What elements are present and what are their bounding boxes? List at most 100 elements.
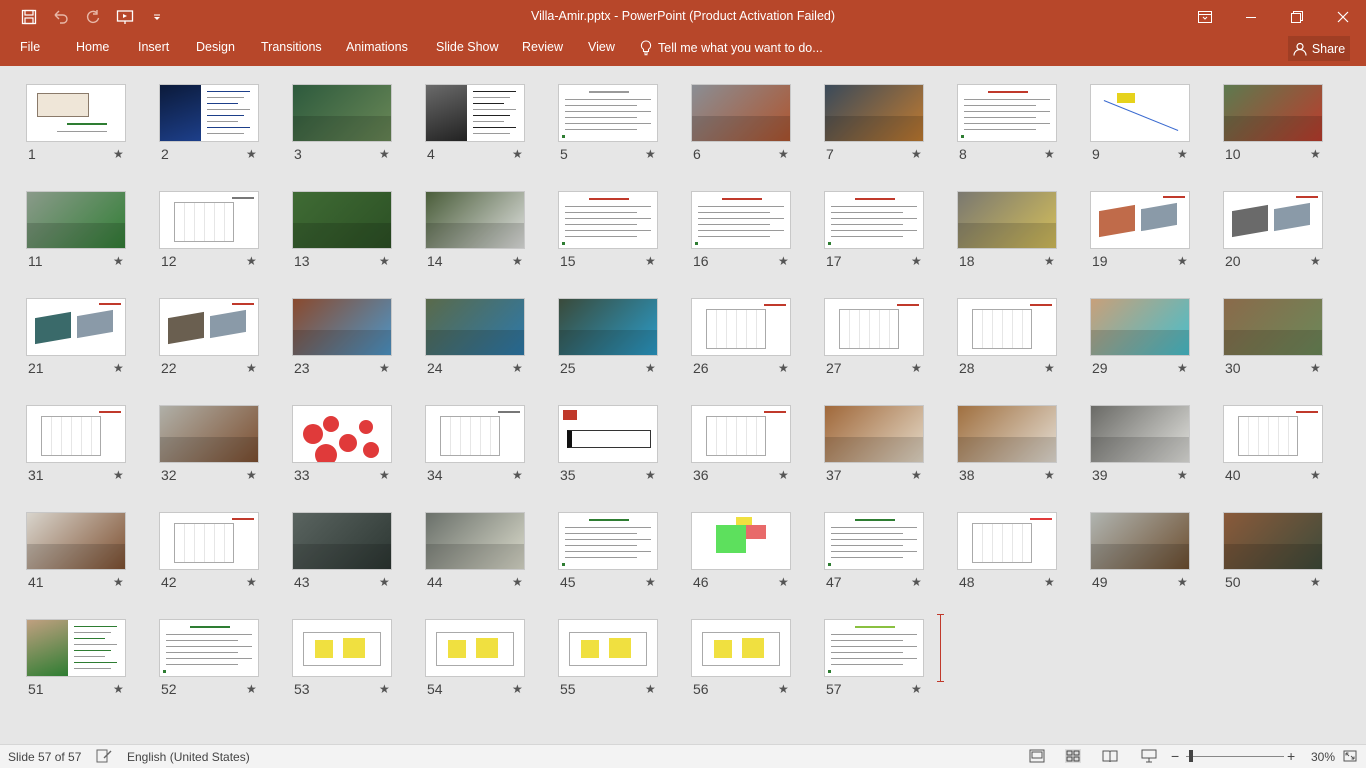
normal-view-icon[interactable] (1029, 749, 1045, 763)
slide-thumbnail[interactable] (1223, 84, 1323, 142)
animation-star-icon[interactable]: ★ (778, 468, 789, 482)
animation-star-icon[interactable]: ★ (512, 682, 523, 696)
animation-star-icon[interactable]: ★ (911, 468, 922, 482)
animation-star-icon[interactable]: ★ (1177, 361, 1188, 375)
slide-thumbnail[interactable] (425, 84, 525, 142)
slide-thumbnail[interactable] (691, 191, 791, 249)
slide-thumbnail[interactable] (1223, 512, 1323, 570)
animation-star-icon[interactable]: ★ (645, 147, 656, 161)
slide-thumbnail[interactable] (558, 512, 658, 570)
slide-thumbnail[interactable] (159, 405, 259, 463)
animation-star-icon[interactable]: ★ (1310, 361, 1321, 375)
slide-sorter-icon[interactable] (1065, 749, 1081, 763)
slide-thumbnail[interactable] (1223, 405, 1323, 463)
animation-star-icon[interactable]: ★ (379, 147, 390, 161)
animation-star-icon[interactable]: ★ (1310, 468, 1321, 482)
slide-thumbnail[interactable] (1223, 298, 1323, 356)
slide-thumbnail[interactable] (159, 619, 259, 677)
slide-thumbnail[interactable] (425, 619, 525, 677)
slide-thumbnail[interactable] (292, 191, 392, 249)
zoom-in-button[interactable]: + (1287, 748, 1295, 764)
animation-star-icon[interactable]: ★ (379, 468, 390, 482)
animation-star-icon[interactable]: ★ (778, 147, 789, 161)
animation-star-icon[interactable]: ★ (1044, 575, 1055, 589)
tab-file[interactable]: File (20, 40, 40, 54)
slide-thumbnail[interactable] (824, 405, 924, 463)
slide-thumbnail[interactable] (691, 619, 791, 677)
slide-thumbnail[interactable] (558, 84, 658, 142)
animation-star-icon[interactable]: ★ (113, 682, 124, 696)
slide-thumbnail[interactable] (558, 191, 658, 249)
zoom-level[interactable]: 30% (1311, 750, 1335, 764)
animation-star-icon[interactable]: ★ (113, 361, 124, 375)
animation-star-icon[interactable]: ★ (1044, 147, 1055, 161)
animation-star-icon[interactable]: ★ (645, 682, 656, 696)
slide-thumbnail[interactable] (691, 512, 791, 570)
slide-thumbnail[interactable] (558, 619, 658, 677)
slide-thumbnail[interactable] (292, 512, 392, 570)
slide-thumbnail[interactable] (159, 512, 259, 570)
slide-thumbnail[interactable] (558, 298, 658, 356)
slide-thumbnail[interactable] (26, 84, 126, 142)
animation-star-icon[interactable]: ★ (512, 575, 523, 589)
close-icon[interactable] (1320, 0, 1366, 34)
slide-thumbnail[interactable] (26, 191, 126, 249)
slide-thumbnail[interactable] (1223, 191, 1323, 249)
slide-thumbnail[interactable] (824, 191, 924, 249)
minimize-icon[interactable] (1228, 0, 1274, 34)
slide-thumbnail[interactable] (292, 84, 392, 142)
slide-thumbnail[interactable] (292, 619, 392, 677)
slide-show-icon[interactable] (1141, 749, 1157, 763)
slide-thumbnail[interactable] (957, 512, 1057, 570)
animation-star-icon[interactable]: ★ (911, 575, 922, 589)
animation-star-icon[interactable]: ★ (1044, 361, 1055, 375)
slide-thumbnail[interactable] (824, 84, 924, 142)
slide-thumbnail[interactable] (26, 619, 126, 677)
animation-star-icon[interactable]: ★ (1177, 575, 1188, 589)
animation-star-icon[interactable]: ★ (113, 575, 124, 589)
slide-thumbnail[interactable] (691, 298, 791, 356)
animation-star-icon[interactable]: ★ (1044, 468, 1055, 482)
animation-star-icon[interactable]: ★ (1177, 254, 1188, 268)
animation-star-icon[interactable]: ★ (1310, 147, 1321, 161)
slide-thumbnail[interactable] (159, 191, 259, 249)
language-indicator[interactable]: English (United States) (127, 750, 250, 764)
slide-thumbnail[interactable] (159, 84, 259, 142)
animation-star-icon[interactable]: ★ (379, 361, 390, 375)
tab-review[interactable]: Review (522, 40, 563, 54)
tell-me-box[interactable]: Tell me what you want to do... (640, 40, 823, 56)
spelling-icon[interactable] (96, 749, 112, 763)
slide-thumbnail[interactable] (425, 405, 525, 463)
animation-star-icon[interactable]: ★ (911, 254, 922, 268)
animation-star-icon[interactable]: ★ (379, 575, 390, 589)
animation-star-icon[interactable]: ★ (246, 147, 257, 161)
slide-thumbnail[interactable] (957, 84, 1057, 142)
slide-thumbnail[interactable] (425, 512, 525, 570)
animation-star-icon[interactable]: ★ (512, 468, 523, 482)
animation-star-icon[interactable]: ★ (911, 682, 922, 696)
slide-thumbnail[interactable] (824, 619, 924, 677)
tab-animations[interactable]: Animations (346, 40, 408, 54)
animation-star-icon[interactable]: ★ (911, 361, 922, 375)
animation-star-icon[interactable]: ★ (645, 575, 656, 589)
animation-star-icon[interactable]: ★ (778, 575, 789, 589)
animation-star-icon[interactable]: ★ (512, 147, 523, 161)
slide-thumbnail[interactable] (1090, 512, 1190, 570)
slide-thumbnail[interactable] (292, 405, 392, 463)
animation-star-icon[interactable]: ★ (246, 254, 257, 268)
slide-thumbnail[interactable] (957, 298, 1057, 356)
slide-thumbnail[interactable] (558, 405, 658, 463)
animation-star-icon[interactable]: ★ (113, 147, 124, 161)
zoom-slider-thumb[interactable] (1189, 750, 1193, 762)
animation-star-icon[interactable]: ★ (512, 361, 523, 375)
animation-star-icon[interactable]: ★ (246, 361, 257, 375)
animation-star-icon[interactable]: ★ (645, 361, 656, 375)
slide-thumbnail[interactable] (425, 298, 525, 356)
tab-design[interactable]: Design (196, 40, 235, 54)
tab-slide-show[interactable]: Slide Show (436, 40, 499, 54)
reading-view-icon[interactable] (1102, 749, 1118, 763)
animation-star-icon[interactable]: ★ (1310, 254, 1321, 268)
slide-thumbnail[interactable] (425, 191, 525, 249)
animation-star-icon[interactable]: ★ (113, 468, 124, 482)
slide-thumbnail[interactable] (824, 298, 924, 356)
